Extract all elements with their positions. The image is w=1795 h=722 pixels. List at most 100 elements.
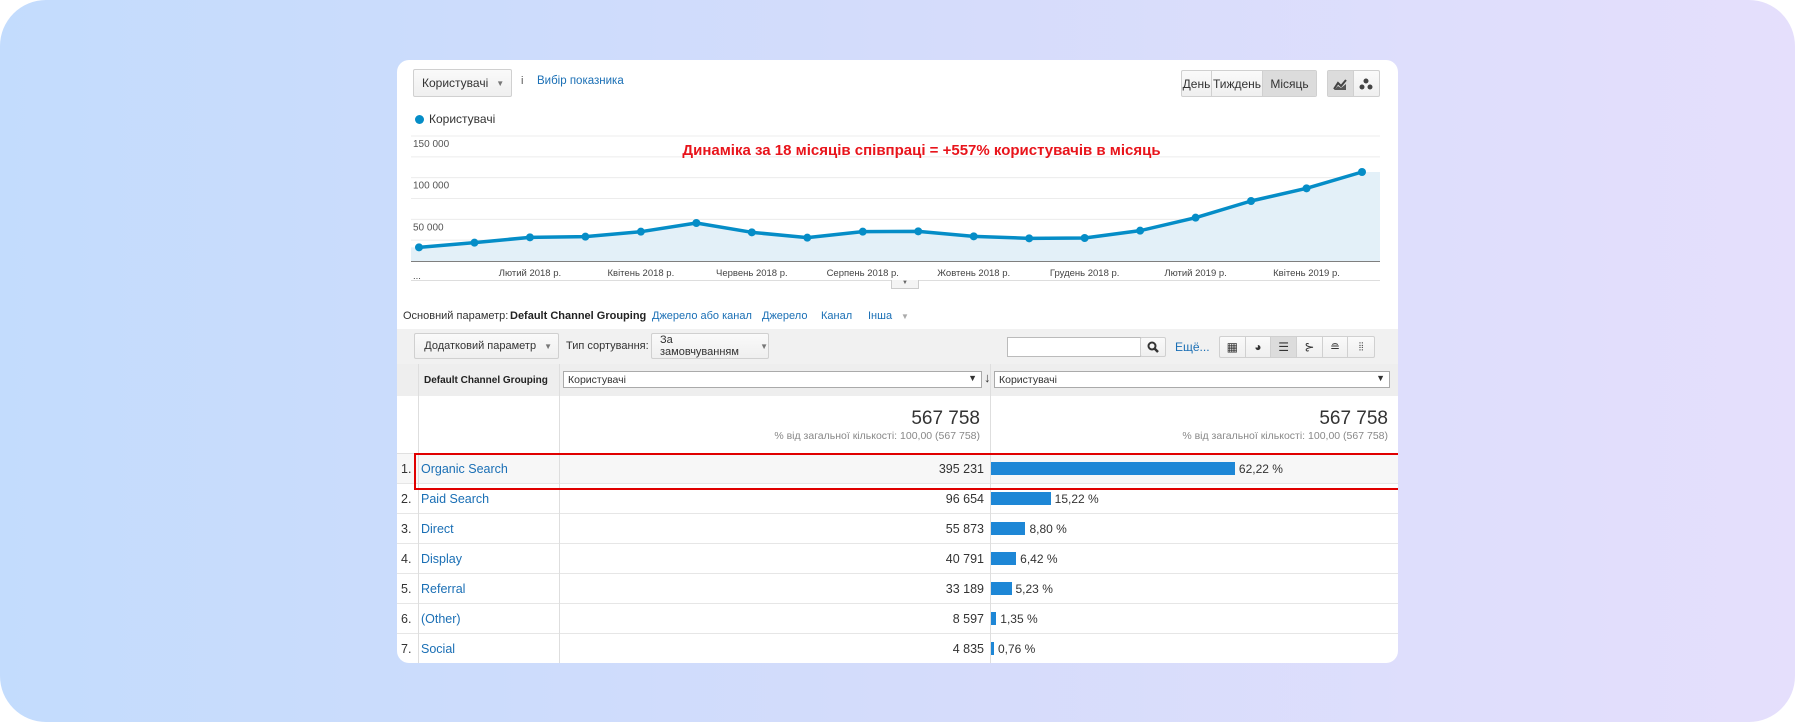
row-index: 2. — [401, 492, 412, 506]
share-percent: 0,76 % — [997, 642, 1036, 656]
row-index: 1. — [401, 462, 412, 476]
y-tick-label: 100 000 — [413, 181, 450, 192]
totals-row — [397, 396, 1398, 454]
data-point[interactable] — [1191, 213, 1200, 222]
metric2-total: 567 758 — [1319, 408, 1388, 429]
primary-dimension-active[interactable]: Default Channel Grouping — [510, 310, 646, 322]
data-point[interactable] — [1080, 234, 1089, 242]
data-point[interactable] — [969, 232, 978, 241]
data-point[interactable] — [1358, 168, 1366, 176]
share-bar — [991, 552, 1017, 565]
term-cloud-icon[interactable]: ≘ — [1323, 337, 1349, 357]
channel-link[interactable]: Social — [421, 642, 455, 656]
column-divider — [559, 364, 560, 663]
metric2-label: Користувачі — [999, 374, 1057, 386]
bar-view-icon[interactable]: ☰ — [1271, 337, 1298, 357]
table-row: 7. Social 4 835 0,76 % — [397, 634, 1398, 663]
table-row: 3. Direct 55 873 8,80 % — [397, 514, 1398, 544]
table-row: 4. Display 40 791 6,42 % — [397, 544, 1398, 574]
analytics-card: Користувачі ▼ i Вибір показника День Тижд… — [397, 60, 1398, 663]
more-link[interactable]: Ещё... — [1175, 340, 1210, 354]
pivot-view-icon[interactable]: ⦙⦙ — [1348, 337, 1374, 357]
data-point[interactable] — [803, 233, 812, 242]
data-point[interactable] — [581, 232, 590, 241]
share-percent: 1,35 % — [1000, 612, 1038, 626]
row-index: 4. — [401, 552, 412, 566]
pie-view-icon[interactable]: ◕ — [1246, 337, 1272, 357]
channel-link[interactable]: Display — [421, 552, 462, 566]
data-point[interactable] — [747, 228, 756, 237]
channel-link[interactable]: Direct — [421, 522, 454, 536]
chart-annotation: Динаміка за 18 місяців співпраці = +557%… — [682, 142, 1161, 159]
channel-link[interactable]: (Other) — [421, 612, 461, 626]
users-value: 8 597 — [952, 612, 984, 626]
x-tick-label: Лютий 2019 р. — [1164, 268, 1226, 279]
collapse-chart-handle[interactable]: ▼ — [891, 280, 919, 289]
metric1-column-select[interactable]: Користувачі ▼ — [563, 371, 982, 388]
data-point[interactable] — [1136, 226, 1145, 235]
row-index: 7. — [401, 642, 412, 656]
share-percent: 8,80 % — [1029, 522, 1067, 536]
data-point[interactable] — [858, 227, 867, 236]
x-tick-label: Жовтень 2018 р. — [937, 268, 1010, 279]
y-tick-label: 50 000 — [413, 222, 444, 233]
table-row: 5. Referral 33 189 5,23 % — [397, 574, 1398, 604]
users-value: 96 654 — [945, 492, 984, 506]
channel-link[interactable]: Paid Search — [421, 492, 489, 506]
highlight-box — [414, 453, 1398, 490]
chevron-down-icon: ▼ — [901, 312, 909, 321]
column-divider — [418, 364, 419, 663]
search-button[interactable] — [1140, 337, 1166, 357]
table-search-input[interactable] — [1007, 337, 1141, 357]
data-point[interactable] — [1025, 234, 1034, 243]
metric2-total-share: % від загальної кількості: 100,00 (567 7… — [1182, 430, 1388, 442]
share-percent: 6,42 % — [1020, 552, 1058, 566]
search-icon — [1147, 341, 1159, 353]
channel-link[interactable]: Referral — [421, 582, 465, 596]
data-point[interactable] — [470, 238, 479, 247]
share-bar — [991, 612, 997, 625]
share-bar — [991, 522, 1026, 535]
row-index: 5. — [401, 582, 412, 596]
chevron-down-icon: ▼ — [544, 341, 552, 351]
dimension-other[interactable]: Інша — [868, 310, 892, 322]
dimension-source-medium[interactable]: Джерело або канал — [652, 310, 752, 322]
metric2-column-select[interactable]: Користувачі ▼ — [994, 371, 1390, 388]
sort-type-dropdown[interactable]: За замовчуванням ▼ — [651, 333, 769, 359]
table-view-group: ▦ ◕ ☰ ⊱ ≘ ⦙⦙ — [1219, 336, 1375, 358]
chart-area-fill — [411, 172, 1380, 261]
data-point[interactable] — [415, 243, 423, 252]
data-point[interactable] — [692, 219, 701, 227]
x-tick-label: Лютий 2018 р. — [499, 268, 561, 279]
share-bar — [991, 642, 994, 655]
data-point[interactable] — [525, 233, 534, 242]
users-value: 33 189 — [945, 582, 984, 596]
users-value: 55 873 — [945, 522, 984, 536]
dimension-column-header[interactable]: Default Channel Grouping — [424, 375, 548, 386]
data-point[interactable] — [914, 227, 923, 236]
metric1-label: Користувачі — [568, 374, 626, 386]
comparison-view-icon[interactable]: ⊱ — [1297, 337, 1323, 357]
users-value: 40 791 — [945, 552, 984, 566]
share-bar — [991, 582, 1012, 595]
column-divider — [990, 364, 991, 663]
dimension-medium[interactable]: Канал — [821, 310, 852, 322]
primary-dimension-label: Основний параметр: — [403, 310, 509, 322]
x-tick-label: Серпень 2018 р. — [827, 268, 899, 279]
secondary-dimension-label: Додатковий параметр — [424, 340, 537, 352]
metric1-total: 567 758 — [911, 408, 980, 429]
x-tick-label: Грудень 2018 р. — [1050, 268, 1120, 279]
dimension-source[interactable]: Джерело — [762, 310, 807, 322]
metric1-total-share: % від загальної кількості: 100,00 (567 7… — [774, 430, 980, 442]
table-view-icon[interactable]: ▦ — [1220, 337, 1246, 357]
users-line-chart: 150 000100 00050 000Лютий 2018 р. Квітень… — [411, 135, 1380, 282]
share-bar — [991, 492, 1051, 505]
data-point[interactable] — [636, 227, 645, 236]
data-point[interactable] — [1247, 197, 1256, 205]
chevron-down-icon: ▼ — [760, 341, 768, 351]
secondary-dimension-button[interactable]: Додатковий параметр ▼ — [414, 333, 559, 359]
share-percent: 5,23 % — [1015, 582, 1053, 596]
users-value: 4 835 — [952, 642, 984, 656]
share-percent: 15,22 % — [1054, 492, 1099, 506]
data-point[interactable] — [1302, 184, 1311, 193]
